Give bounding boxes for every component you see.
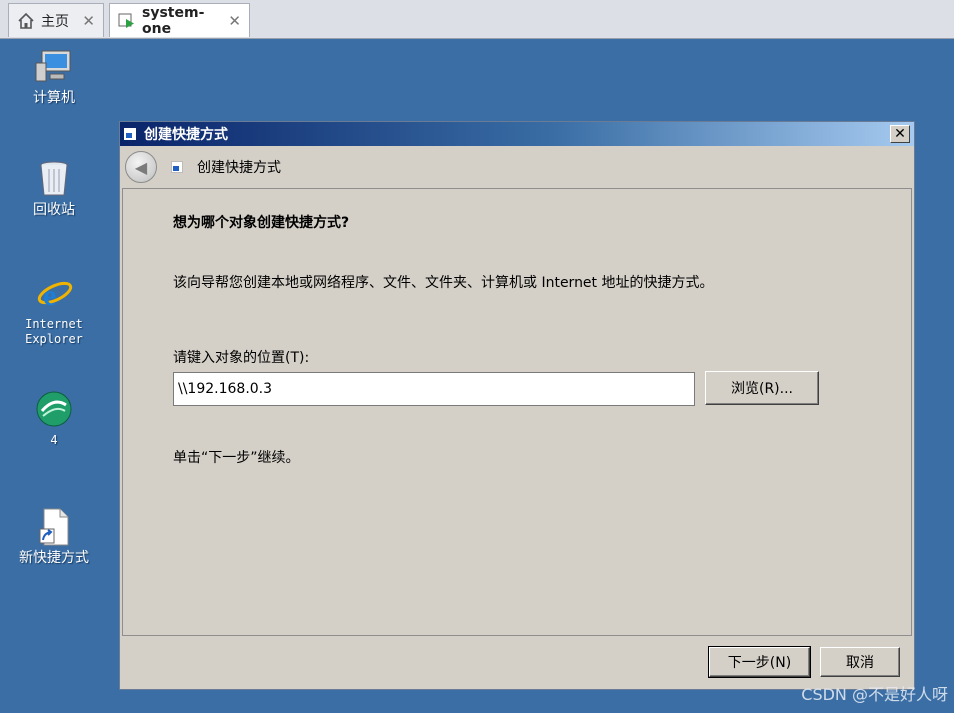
desktop-icon-internet-explorer[interactable]: e Internet Explorer xyxy=(9,273,99,347)
close-button[interactable]: ✕ xyxy=(890,125,910,143)
recycle-bin-icon xyxy=(34,159,74,199)
wizard-content: 想为哪个对象创建快捷方式? 该向导帮您创建本地或网络程序、文件、文件夹、计算机或… xyxy=(122,188,912,636)
wizard-question: 想为哪个对象创建快捷方式? xyxy=(173,215,350,231)
back-button[interactable]: ◀ xyxy=(125,151,157,183)
desktop-icon-recycle-bin[interactable]: 回收站 xyxy=(9,159,99,218)
wizard-header-title: 创建快捷方式 xyxy=(197,160,281,176)
wizard-description: 该向导帮您创建本地或网络程序、文件、文件夹、计算机或 Internet 地址的快… xyxy=(173,275,714,291)
desktop-icon-label: 回收站 xyxy=(33,202,75,218)
tab-home-label: 主页 xyxy=(41,13,69,30)
cancel-button[interactable]: 取消 xyxy=(820,647,900,677)
tab-system-one[interactable]: system-one ✕ xyxy=(109,3,250,37)
continue-hint: 单击“下一步”继续。 xyxy=(173,450,300,466)
shortcut-icon xyxy=(124,128,136,140)
browse-button[interactable]: 浏览(R)... xyxy=(705,371,819,405)
vm-running-icon xyxy=(118,12,136,30)
home-icon xyxy=(17,12,35,30)
app-4-icon xyxy=(34,389,74,429)
desktop-icon-label: 新快捷方式 xyxy=(19,550,89,566)
location-input[interactable] xyxy=(173,372,695,406)
desktop-icon-label: 计算机 xyxy=(33,90,75,106)
desktop-icon-4[interactable]: 4 xyxy=(9,389,99,448)
desktop-icon-new-shortcut[interactable]: 新快捷方式 xyxy=(9,507,99,566)
vm-tab-bar: 主页 ✕ system-one ✕ xyxy=(0,0,954,39)
dialog-title: 创建快捷方式 xyxy=(144,127,228,143)
wizard-header: ◀ 创建快捷方式 xyxy=(120,146,914,188)
computer-icon xyxy=(34,47,74,87)
close-icon[interactable]: ✕ xyxy=(82,12,95,30)
shortcut-file-icon xyxy=(34,507,74,547)
tab-system-one-label: system-one xyxy=(142,4,205,37)
shortcut-icon xyxy=(171,161,183,173)
create-shortcut-dialog: 创建快捷方式 ✕ ◀ 创建快捷方式 想为哪个对象创建快捷方式? 该向导帮您创建本… xyxy=(119,121,915,690)
desktop-icon-computer[interactable]: 计算机 xyxy=(9,47,99,106)
close-icon[interactable]: ✕ xyxy=(228,12,241,30)
arrow-left-icon: ◀ xyxy=(134,157,148,177)
dialog-titlebar[interactable]: 创建快捷方式 ✕ xyxy=(120,122,914,146)
desktop-icon-label: 4 xyxy=(50,433,58,447)
svg-text:e: e xyxy=(43,279,56,312)
tab-home[interactable]: 主页 ✕ xyxy=(8,3,104,37)
location-label: 请键入对象的位置(T): xyxy=(173,350,310,366)
internet-explorer-icon: e xyxy=(34,273,74,313)
desktop-icon-label: Internet Explorer xyxy=(25,317,83,346)
watermark: CSDN @不是好人呀 xyxy=(801,685,948,704)
next-button[interactable]: 下一步(N) xyxy=(708,646,811,678)
